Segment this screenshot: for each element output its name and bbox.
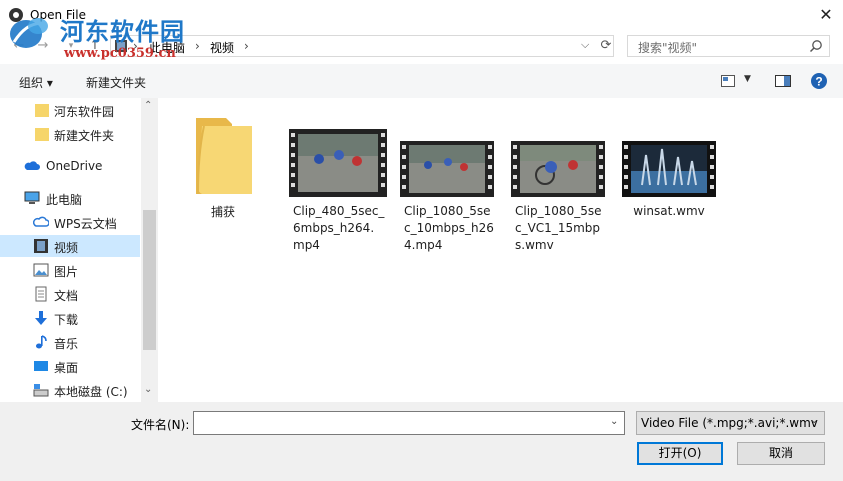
computer-icon — [24, 191, 40, 204]
filter-dropdown-chevron-icon: ⌄ — [810, 415, 819, 426]
sidebar-item-label: 本地磁盘 (C:) — [54, 385, 128, 399]
file-name: Clip_1080_5sec_VC1_15mbps.wmv — [515, 204, 602, 252]
breadcrumb-videos[interactable]: 视频 — [210, 39, 234, 56]
watermark-url: www.pc0359.cn — [64, 46, 176, 61]
sidebar-item-label: OneDrive — [46, 159, 103, 173]
sidebar-item-label: WPS云文档 — [54, 217, 117, 231]
folder-icon — [35, 104, 49, 117]
video-thumbnail-icon — [400, 141, 494, 197]
file-name: Clip_1080_5sec_10mbps_h264.mp4 — [404, 204, 494, 252]
sidebar-item-local-disk[interactable]: 本地磁盘 (C:) — [0, 379, 140, 401]
breadcrumb-separator: › — [195, 39, 200, 53]
sidebar-item-label: 下载 — [54, 313, 79, 327]
sidebar-item-label: 图片 — [54, 265, 79, 279]
sidebar-scrollbar-thumb[interactable] — [143, 210, 156, 350]
picture-icon — [33, 263, 49, 277]
sidebar-item-documents[interactable]: 文档 — [0, 283, 140, 305]
watermark-name: 河东软件园 — [60, 17, 185, 46]
preview-pane-icon[interactable] — [775, 75, 791, 87]
search-placeholder: 搜索"视频" — [638, 41, 698, 55]
file-name: Clip_480_5sec_6mbps_h264.mp4 — [293, 204, 385, 252]
open-button[interactable]: 打开(O) — [637, 442, 723, 465]
file-type-filter-value: Video File (*.mpg;*.avi;*.wmv — [641, 416, 818, 430]
breadcrumb-separator: › — [244, 39, 249, 53]
sidebar-item-desktop[interactable]: 桌面 — [0, 355, 140, 377]
sidebar-item-music[interactable]: 音乐 — [0, 331, 140, 353]
filename-history-chevron-icon[interactable]: ⌄ — [610, 416, 618, 427]
help-icon[interactable]: ? — [810, 72, 828, 90]
sidebar-item-label: 桌面 — [54, 361, 79, 375]
file-list: 捕获 Clip_480_5sec_6mbps_h264.mp4 Clip_108… — [158, 98, 843, 402]
sidebar-item-label: 此电脑 — [46, 193, 83, 207]
close-button[interactable]: ✕ — [812, 4, 840, 26]
sidebar-item-videos[interactable]: 视频 — [0, 235, 140, 257]
search-icon[interactable] — [809, 39, 823, 53]
scroll-down-chevron-icon[interactable]: ⌄ — [144, 384, 152, 395]
folder-icon — [196, 118, 252, 195]
drive-icon — [33, 384, 49, 397]
sidebar-item-wps-cloud[interactable]: WPS云文档 — [0, 211, 140, 233]
sidebar-item-label: 河东软件园 — [54, 105, 115, 119]
sidebar-item-pictures[interactable]: 图片 — [0, 259, 140, 281]
watermark-logo-icon — [10, 18, 48, 48]
filename-input[interactable] — [193, 411, 625, 435]
sidebar-item-downloads[interactable]: 下载 — [0, 307, 140, 329]
search-box[interactable]: 搜索"视频" — [627, 35, 830, 57]
new-folder-button[interactable]: 新建文件夹 — [86, 74, 146, 91]
navigation-pane: 河东软件园 新建文件夹 OneDrive 此电脑 WPS云文档 视频 图片 文档… — [0, 98, 158, 402]
music-icon — [36, 335, 47, 349]
cloud-outline-icon — [33, 216, 49, 227]
download-icon — [35, 311, 47, 325]
file-type-filter[interactable]: Video File (*.mpg;*.avi;*.wmv ⌄ — [636, 411, 825, 435]
dialog-footer: 文件名(N): ⌄ Video File (*.mpg;*.avi;*.wmv … — [0, 402, 843, 481]
scroll-up-chevron-icon[interactable]: ⌃ — [144, 100, 152, 111]
sidebar-item-label: 音乐 — [54, 337, 79, 351]
sidebar-item-hedong[interactable]: 河东软件园 — [0, 99, 140, 121]
address-dropdown-chevron-icon[interactable]: ⌵ — [581, 38, 589, 52]
sidebar-item-new-folder[interactable]: 新建文件夹 — [0, 123, 140, 145]
sidebar-item-label: 文档 — [54, 289, 79, 303]
command-toolbar: 组织 ▾ 新建文件夹 ▼ ? — [0, 64, 843, 99]
cloud-icon — [24, 161, 40, 170]
video-thumbnail-icon — [511, 141, 605, 197]
video-thumbnail-icon — [622, 141, 716, 197]
cancel-button[interactable]: 取消 — [737, 442, 825, 465]
svg-text:?: ? — [815, 75, 822, 89]
sidebar-item-this-pc[interactable]: 此电脑 — [0, 187, 140, 209]
organize-menu[interactable]: 组织 ▾ — [19, 74, 53, 91]
sidebar-item-onedrive[interactable]: OneDrive — [0, 155, 140, 177]
video-icon — [34, 239, 48, 253]
video-thumbnail-icon — [289, 129, 387, 197]
folder-icon — [35, 128, 49, 141]
sidebar-item-label: 新建文件夹 — [54, 129, 115, 143]
address-bar[interactable]: › 此电脑 › 视频 › ⌵ — [110, 35, 614, 57]
change-view-icon[interactable] — [721, 75, 735, 87]
sidebar-item-label: 视频 — [54, 241, 79, 255]
document-icon — [35, 286, 47, 302]
view-options-chevron-icon[interactable]: ▼ — [744, 74, 751, 84]
file-name: winsat.wmv — [633, 204, 705, 218]
desktop-icon — [34, 361, 48, 371]
filename-label: 文件名(N): — [131, 418, 190, 432]
refresh-button[interactable]: ⟳ — [596, 35, 616, 57]
file-name: 捕获 — [210, 205, 235, 219]
